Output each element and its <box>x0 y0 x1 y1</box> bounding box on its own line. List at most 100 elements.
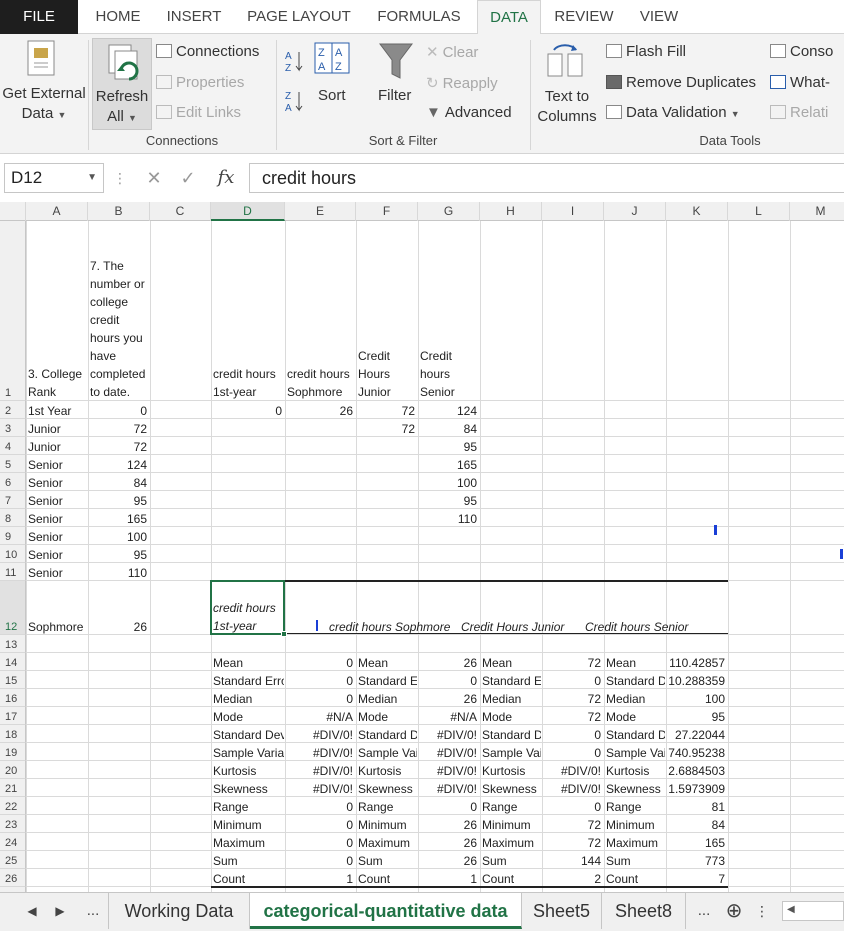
stat-label-j20[interactable]: Kurtosis <box>604 761 665 779</box>
stat-value-k14[interactable]: 110.42857 <box>666 653 727 671</box>
column-header-c[interactable]: C <box>150 202 211 221</box>
stat-label-d20[interactable]: Kurtosis <box>211 761 284 779</box>
row-header-19[interactable]: 19 <box>0 743 26 761</box>
stat-label-d19[interactable]: Sample Variance <box>211 743 284 761</box>
stat-label-j16[interactable]: Median <box>604 689 665 707</box>
stat-value-k20[interactable]: 2.6884503 <box>666 761 727 779</box>
connections-button[interactable]: Connections <box>156 43 259 60</box>
row-header-18[interactable]: 18 <box>0 725 26 743</box>
stat-label-j22[interactable]: Range <box>604 797 665 815</box>
chevron-down-icon[interactable]: ▼ <box>87 164 97 192</box>
stat-value-k15[interactable]: 10.288359 <box>666 671 727 689</box>
more-options-icon[interactable]: ⋮ <box>112 163 128 193</box>
cell-h12[interactable]: Credit Hours Junior <box>459 581 589 635</box>
tab-review[interactable]: REVIEW <box>546 0 622 34</box>
row-header-25[interactable]: 25 <box>0 851 26 869</box>
cancel-icon[interactable]: ✕ <box>140 163 168 193</box>
flash-fill-button[interactable]: Flash Fill <box>606 43 686 60</box>
stat-value-k21[interactable]: 1.5973909 <box>666 779 727 797</box>
stat-label-j18[interactable]: Standard D <box>604 725 665 743</box>
sheet-tab-categorical-quantitative-data[interactable]: categorical-quantitative data <box>250 893 522 929</box>
stat-value-e19[interactable]: #DIV/0! <box>285 743 355 761</box>
stat-label-d22[interactable]: Range <box>211 797 284 815</box>
stat-label-j19[interactable]: Sample Vai <box>604 743 665 761</box>
stat-value-k18[interactable]: 27.22044 <box>666 725 727 743</box>
split-handle-icon[interactable]: ⋮ <box>752 893 772 929</box>
stat-label-d23[interactable]: Minimum <box>211 815 284 833</box>
row-header-11[interactable]: 11 <box>0 563 26 581</box>
row-header-21[interactable]: 21 <box>0 779 26 797</box>
tab-data[interactable]: DATA <box>477 0 541 35</box>
cell-b8[interactable]: 165 <box>88 509 149 527</box>
cell-b7[interactable]: 95 <box>88 491 149 509</box>
row-header-12[interactable]: 12 <box>0 581 26 635</box>
stat-label-f26[interactable]: Count <box>356 869 417 887</box>
stat-value-e22[interactable]: 0 <box>285 797 355 815</box>
stat-value-i16[interactable]: 72 <box>542 689 603 707</box>
select-all-corner[interactable] <box>0 202 26 221</box>
row-header-7[interactable]: 7 <box>0 491 26 509</box>
cell-b2[interactable]: 0 <box>88 401 149 419</box>
refresh-all-button[interactable]: Refresh All ▼ <box>92 38 152 130</box>
stat-value-e25[interactable]: 0 <box>285 851 355 869</box>
cell-f2[interactable]: 72 <box>356 401 417 419</box>
remove-duplicates-button[interactable]: Remove Duplicates <box>606 74 756 91</box>
advanced-button[interactable]: ▼ Advanced <box>426 104 512 121</box>
stat-label-d25[interactable]: Sum <box>211 851 284 869</box>
stat-value-i22[interactable]: 0 <box>542 797 603 815</box>
cell-b10[interactable]: 95 <box>88 545 149 563</box>
clear-button[interactable]: ✕ Clear <box>426 43 478 61</box>
row-header-2[interactable]: 2 <box>0 401 26 419</box>
stat-value-g15[interactable]: 0 <box>418 671 479 689</box>
cell-e12[interactable]: credit hours Sophmore <box>289 581 485 635</box>
properties-button[interactable]: Properties <box>156 74 244 91</box>
row-header-26[interactable]: 26 <box>0 869 26 887</box>
stat-label-d15[interactable]: Standard Error <box>211 671 284 689</box>
stat-label-h14[interactable]: Mean <box>480 653 541 671</box>
tab-file[interactable]: FILE <box>0 0 78 34</box>
cell-d1[interactable]: credit hours 1st-year <box>211 365 284 401</box>
stat-label-f14[interactable]: Mean <box>356 653 417 671</box>
cell-g4[interactable]: 95 <box>418 437 479 455</box>
row-header-20[interactable]: 20 <box>0 761 26 779</box>
add-sheet-icon[interactable]: ⊕ <box>720 893 748 929</box>
row-header-14[interactable]: 14 <box>0 653 26 671</box>
cell-a10[interactable]: Senior <box>26 545 87 563</box>
row-header-1[interactable]: 1 <box>0 221 26 401</box>
stat-label-f22[interactable]: Range <box>356 797 417 815</box>
what-if-analysis-button[interactable]: What- <box>770 74 830 91</box>
stat-value-g18[interactable]: #DIV/0! <box>418 725 479 743</box>
more-sheets-left-icon[interactable]: ... <box>78 893 108 929</box>
stat-label-h15[interactable]: Standard E <box>480 671 541 689</box>
scroll-left-icon[interactable]: ◀ <box>787 904 795 915</box>
row-header-3[interactable]: 3 <box>0 419 26 437</box>
stat-label-h20[interactable]: Kurtosis <box>480 761 541 779</box>
stat-value-e24[interactable]: 0 <box>285 833 355 851</box>
cell-b9[interactable]: 100 <box>88 527 149 545</box>
sort-a-z-icon[interactable]: AZ <box>284 48 304 79</box>
stat-value-g17[interactable]: #N/A <box>418 707 479 725</box>
relationships-button[interactable]: Relati <box>770 104 828 121</box>
tab-home[interactable]: HOME <box>84 0 152 34</box>
stat-label-d26[interactable]: Count <box>211 869 284 887</box>
stat-value-i25[interactable]: 144 <box>542 851 603 869</box>
stat-value-g24[interactable]: 26 <box>418 833 479 851</box>
stat-value-i21[interactable]: #DIV/0! <box>542 779 603 797</box>
tab-page-layout[interactable]: PAGE LAYOUT <box>238 0 360 34</box>
cell-f1[interactable]: Credit Hours Junior <box>356 347 417 401</box>
enter-icon[interactable]: ✓ <box>174 163 202 193</box>
cell-b1[interactable]: 7. The number or college credit hours you hav… <box>88 257 149 401</box>
row-header-8[interactable]: 8 <box>0 509 26 527</box>
stat-value-k16[interactable]: 100 <box>666 689 727 707</box>
stat-value-k25[interactable]: 773 <box>666 851 727 869</box>
stat-value-k19[interactable]: 740.95238 <box>666 743 727 761</box>
row-header-10[interactable]: 10 <box>0 545 26 563</box>
stat-value-g14[interactable]: 26 <box>418 653 479 671</box>
cell-g5[interactable]: 165 <box>418 455 479 473</box>
stat-value-g23[interactable]: 26 <box>418 815 479 833</box>
stat-label-h23[interactable]: Minimum <box>480 815 541 833</box>
row-header-5[interactable]: 5 <box>0 455 26 473</box>
stat-value-g19[interactable]: #DIV/0! <box>418 743 479 761</box>
data-validation-button[interactable]: Data Validation ▼ <box>606 104 740 121</box>
more-sheets-right-icon[interactable]: ... <box>690 893 718 929</box>
